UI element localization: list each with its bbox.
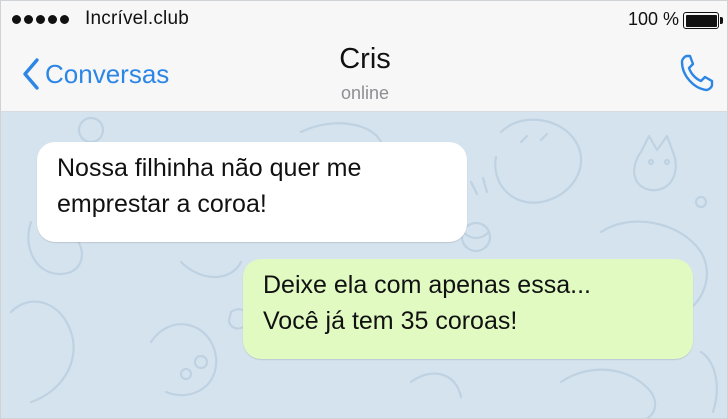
call-button[interactable] (679, 53, 715, 98)
contact-status: online (340, 83, 390, 103)
outgoing-message-bubble[interactable]: Deixe ela com apenas essa... Você já tem… (243, 259, 693, 359)
chat-area[interactable]: Nossa filhinha não quer me emprestar a c… (1, 112, 727, 418)
phone-icon (680, 54, 714, 92)
contact-name[interactable]: Cris (1, 43, 727, 76)
message-line: Você já tem 35 coroas! (263, 307, 518, 335)
carrier-name: Incrível.club (85, 8, 189, 29)
status-bar: Incrível.club 100 % (1, 1, 727, 37)
signal-strength-icon (12, 15, 69, 24)
chat-screen: Incrível.club 100 % Conversas Cris onlin… (0, 0, 728, 419)
battery-icon (683, 12, 723, 29)
incoming-message-bubble[interactable]: Nossa filhinha não quer me emprestar a c… (37, 142, 467, 242)
battery-percentage: 100 % (627, 9, 679, 29)
message-line: Nossa filhinha não quer me (57, 154, 362, 182)
message-line: emprestar a coroa! (57, 190, 267, 218)
navigation-bar: Conversas Cris online (1, 37, 727, 112)
message-line: Deixe ela com apenas essa... (263, 271, 591, 299)
